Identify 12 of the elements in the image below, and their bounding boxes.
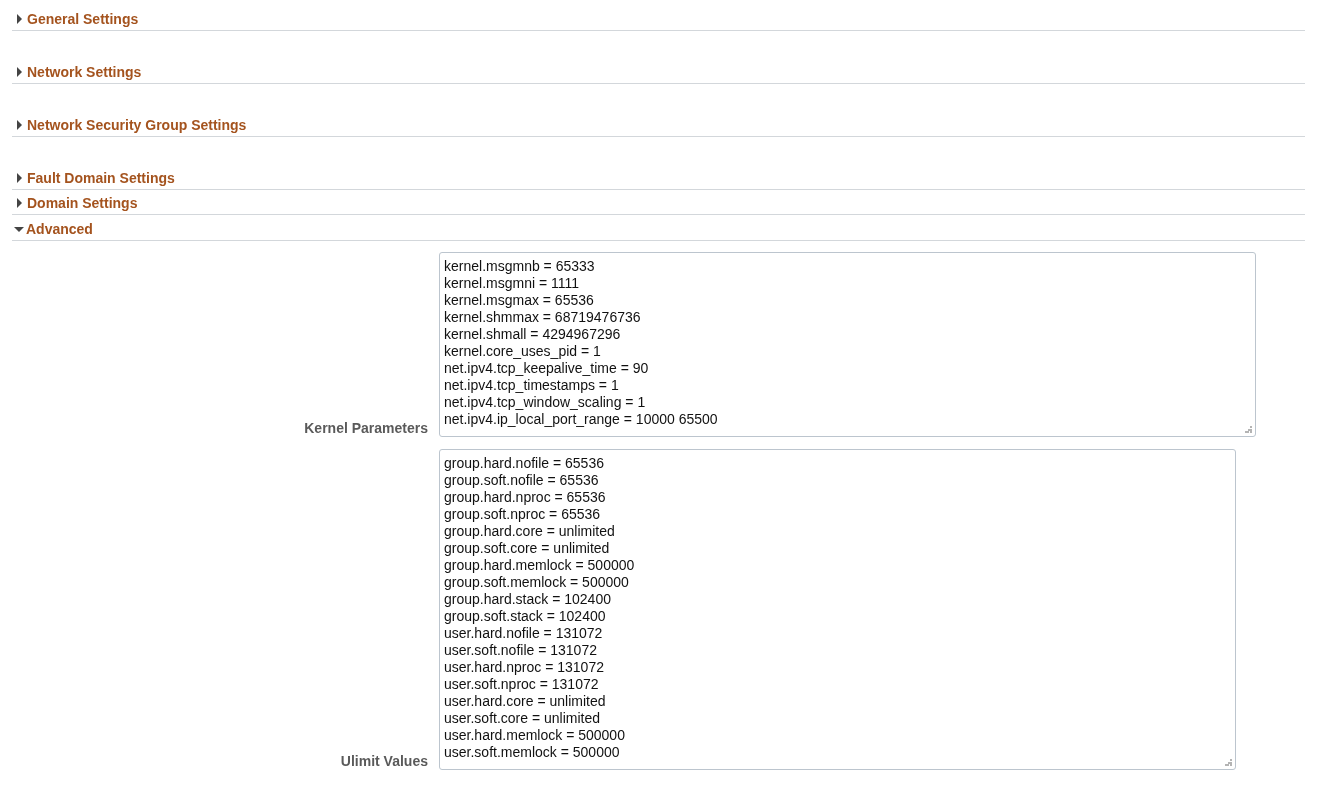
section-toggle[interactable]: Network Settings (12, 62, 142, 80)
field-label: Ulimit Values (339, 753, 428, 770)
section-toggle[interactable]: General Settings (12, 9, 139, 27)
section-toggle[interactable]: Fault Domain Settings (12, 168, 175, 186)
resize-grip-icon[interactable] (1225, 759, 1232, 766)
section-toggle[interactable]: Network Security Group Settings (12, 115, 247, 133)
resize-grip-icon[interactable] (1245, 426, 1252, 433)
text-area-field[interactable]: kernel.msgmnb = 65333 kernel.msgmni = 1111 kernel.msgmax = 65536 kernel.shmmax = 68719476736 kernel.shmall = 4294967296 kernel.core_uses_pid = 1 net.ipv4.tcp_keepalive_time = 90 net.ipv4.tcp_timestamps = 1 net.ipv4.tcp_window_scaling = 1 net.ipv4.ip_local_port_range = 10000 65500 (439, 252, 1256, 437)
section-toggle[interactable]: Domain Settings (12, 193, 138, 211)
field-label: Kernel Parameters (303, 420, 428, 437)
text-area-field[interactable]: group.hard.nofile = 65536 group.soft.nofile = 65536 group.hard.nproc = 65536 group.soft.nproc = 65536 group.hard.core = unlimited group.soft.core = unlimited group.hard.memlock = 500000 group.soft.memlock = 500000 group.hard.stack = 102400 group.soft.stack = 102400 user.hard.nofile = 131072 user.soft.nofile = 131072 user.hard.nproc = 131072 user.soft.nproc = 131072 user.hard.core = unlimited user.soft.core = unlimited user.hard.memlock = 500000 user.soft.memlock = 500000 (439, 449, 1236, 770)
section-toggle[interactable]: Advanced (12, 219, 93, 237)
